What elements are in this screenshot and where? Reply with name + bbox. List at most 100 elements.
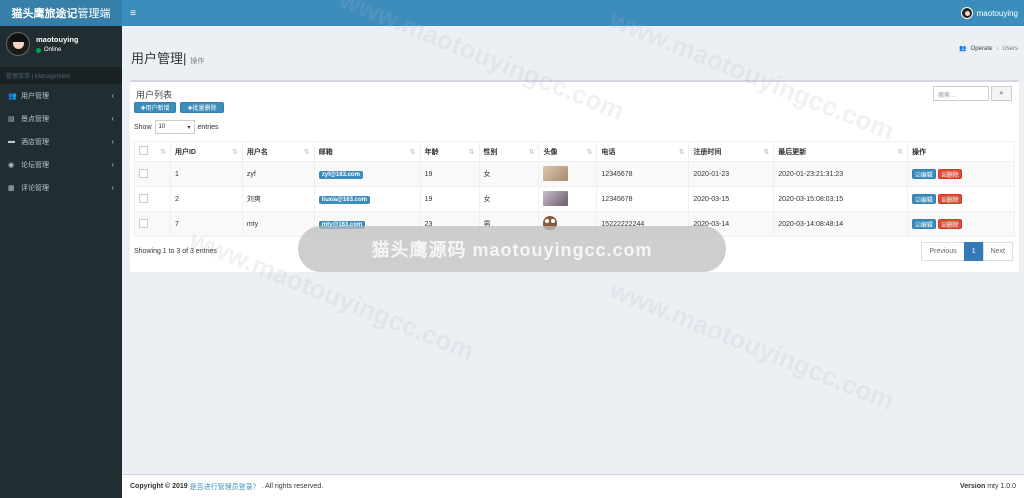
version-info: Version mty 1.0.0	[960, 483, 1016, 490]
cell-avatar	[538, 186, 598, 212]
copyright-text: Copyright © 2019	[130, 483, 188, 490]
sidebar-username: maotouying	[36, 35, 79, 44]
column-header-label: 电话	[601, 148, 616, 156]
top-user-menu[interactable]: maotouying	[960, 7, 1024, 19]
breadcrumb: 👥 Operate › Users	[959, 45, 1018, 53]
user-panel: maotouying Online	[0, 26, 122, 62]
sort-icon: ⇅	[528, 149, 535, 156]
select-all-checkbox[interactable]	[139, 146, 148, 155]
logo-bold-text: 猫头鹰旅途记	[11, 8, 78, 20]
column-header-label: 最后更新	[778, 148, 807, 156]
cell-email: zyf@163.com	[313, 161, 421, 187]
page-length-select[interactable]: 10 ▾	[154, 120, 195, 134]
sidebar-item-0[interactable]: 👥 用户管理 ‹	[0, 84, 122, 107]
sort-icon: ⇅	[409, 149, 416, 156]
add-user-button[interactable]: ✚用户新增	[134, 102, 176, 113]
sidebar: maotouying Online 管理菜单 | Management 👥 用户…	[0, 26, 122, 498]
cell-name: zyf	[241, 161, 315, 187]
menu-header: 管理菜单 | Management	[0, 67, 122, 84]
list-icon: ▦	[8, 184, 15, 192]
email-badge: zyf@163.com	[318, 170, 363, 179]
admin-login-link[interactable]: 是否进行管理员登录？	[190, 482, 260, 492]
batch-delete-button[interactable]: ✚批量删除	[180, 102, 224, 113]
page-length-control: Show 10 ▾ entries	[134, 120, 219, 134]
breadcrumb-separator: ›	[996, 45, 999, 52]
chevron-left-icon: ‹	[111, 160, 114, 169]
app-logo[interactable]: 猫头鹰旅途记 管理端	[0, 0, 122, 26]
next-page-button[interactable]: Next	[982, 242, 1013, 261]
avatar	[543, 190, 569, 206]
column-header-4[interactable]: 年龄 ⇅	[419, 141, 480, 162]
column-header-1[interactable]: 用户ID ⇅	[169, 141, 243, 162]
breadcrumb-users: Users	[1002, 45, 1018, 52]
column-header-7[interactable]: 电话 ⇅	[596, 141, 690, 162]
sidebar-item-label: 酒店管理	[21, 138, 49, 146]
entries-label: entries	[197, 123, 219, 131]
sidebar-item-label: 用户管理	[21, 92, 49, 100]
sort-icon: ⇅	[763, 149, 770, 156]
breadcrumb-operate[interactable]: Operate	[971, 46, 993, 52]
status-indicator: Online	[36, 47, 79, 53]
row-checkbox[interactable]	[139, 193, 148, 203]
column-header-0[interactable]: ⇅	[134, 141, 171, 162]
sort-icon: ⇅	[231, 149, 238, 156]
show-label: Show	[134, 123, 152, 131]
pagination: Previous 1 Next	[921, 242, 1013, 261]
edit-button[interactable]: ☑编辑	[912, 194, 937, 204]
cell-phone: 12345678	[596, 161, 690, 187]
column-header-9[interactable]: 最后更新 ⇅	[773, 141, 909, 162]
row-checkbox[interactable]	[139, 168, 148, 178]
page-length-value: 10	[158, 124, 166, 130]
column-header-label: 性别	[483, 148, 498, 156]
cell-age: 19	[419, 186, 480, 212]
table-row: 1 zyf zyf@163.com 19 女 12345678 2020-01-…	[134, 161, 1015, 187]
column-header-label: 头像	[543, 148, 558, 156]
edit-button[interactable]: ☑编辑	[912, 219, 937, 229]
delete-button[interactable]: ☒删除	[938, 169, 963, 179]
sidebar-item-3[interactable]: ◉ 论坛管理 ‹	[0, 153, 122, 176]
cell-phone: 12345678	[596, 186, 690, 212]
watermark-pill: 猫头鹰源码 maotouyingcc.com	[298, 226, 726, 272]
search-icon[interactable]: ⌕	[991, 86, 1012, 101]
users-icon: 👥	[959, 46, 967, 52]
edit-button[interactable]: ☑编辑	[912, 169, 937, 179]
avatar	[960, 7, 973, 19]
column-header-5[interactable]: 性别 ⇅	[478, 141, 540, 162]
online-dot-icon	[36, 47, 41, 53]
column-header-6[interactable]: 头像 ⇅	[538, 141, 598, 162]
sort-icon: ⇅	[678, 149, 685, 156]
chevron-left-icon: ‹	[111, 137, 114, 146]
column-header-10[interactable]: 操作	[907, 141, 1015, 162]
watermark-pill-text: 猫头鹰源码 maotouyingcc.com	[371, 240, 653, 260]
top-username: maotouying	[976, 8, 1018, 18]
page-1-button[interactable]: 1	[963, 242, 984, 261]
cell-id: 7	[169, 211, 243, 237]
cell-name: 刘爽	[241, 186, 315, 212]
search-input[interactable]: 搜索...	[933, 86, 989, 101]
row-checkbox[interactable]	[139, 218, 148, 228]
cell-reg-date: 2020-01-23	[688, 161, 775, 187]
sidebar-item-2[interactable]: ▬ 酒店管理 ‹	[0, 130, 122, 153]
book-icon: ▤	[8, 115, 15, 123]
sidebar-item-4[interactable]: ▦ 评论管理 ‹	[0, 176, 122, 199]
sidebar-toggle-icon[interactable]: ≡	[122, 8, 144, 19]
column-header-3[interactable]: 邮箱 ⇅	[313, 141, 421, 162]
column-header-2[interactable]: 用户名 ⇅	[241, 141, 315, 162]
chevron-left-icon: ‹	[111, 183, 114, 192]
cell-age: 19	[419, 161, 480, 187]
column-header-8[interactable]: 注册时间 ⇅	[688, 141, 775, 162]
version-label: Version	[959, 483, 986, 490]
sidebar-item-1[interactable]: ▤ 景点管理 ‹	[0, 107, 122, 130]
row-checkbox-cell	[134, 211, 171, 237]
sort-icon: ⇅	[160, 149, 166, 156]
column-header-label: 用户名	[246, 148, 268, 156]
column-header-label: 注册时间	[693, 148, 722, 156]
cell-id: 1	[169, 161, 243, 187]
chevron-left-icon: ‹	[111, 114, 114, 123]
column-header-label: 用户ID	[174, 148, 196, 156]
previous-page-button[interactable]: Previous	[921, 242, 965, 261]
delete-button[interactable]: ☒删除	[938, 219, 963, 229]
users-table: ⇅ 用户ID ⇅ 用户名 ⇅ 邮箱 ⇅ 年龄 ⇅ 性别 ⇅ 头像 ⇅ 电话 ⇅ 注册时间 ⇅ 最后更新 ⇅ 操作 1 …	[134, 141, 1015, 237]
column-header-label: 邮箱	[318, 148, 333, 156]
delete-button[interactable]: ☒删除	[938, 194, 963, 204]
